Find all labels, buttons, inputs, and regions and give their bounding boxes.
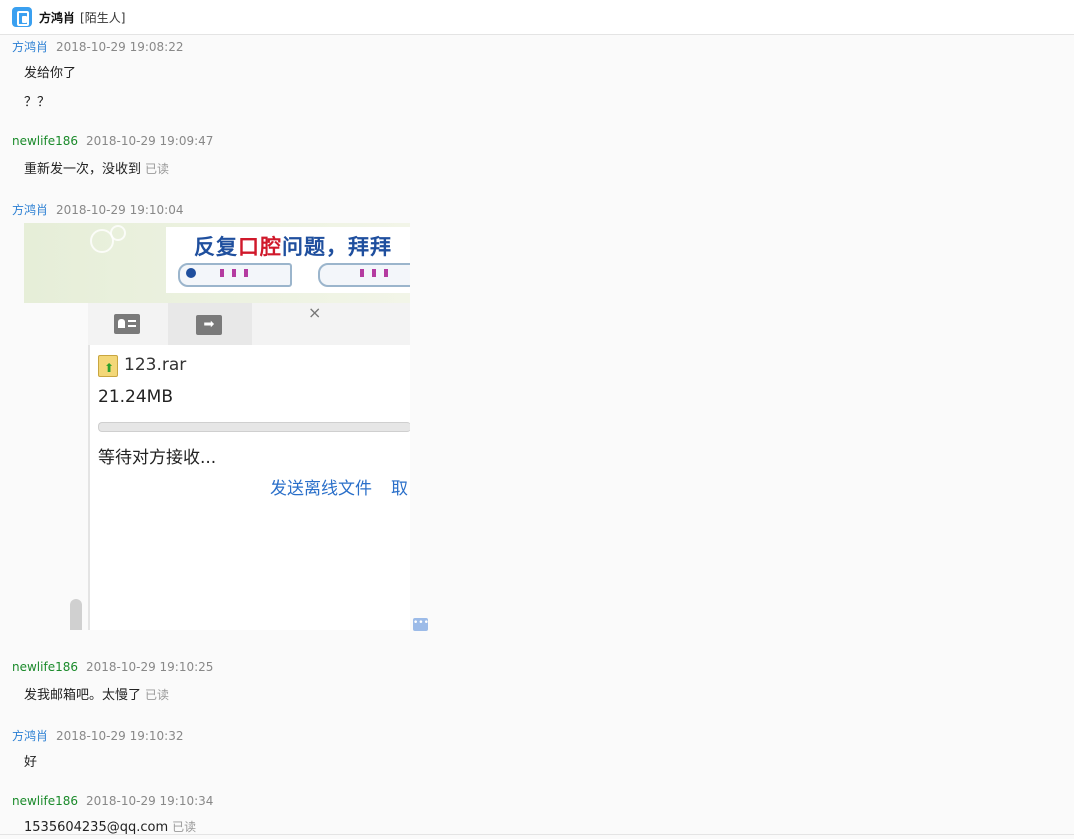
message-text: 重新发一次，没收到 已读: [24, 158, 169, 177]
panel-gutter: [24, 303, 90, 630]
read-status: 已读: [145, 688, 170, 702]
divider: [0, 834, 1074, 835]
message-header: 方鸿肖 2018-10-29 19:08:22: [12, 38, 183, 55]
scrollbar-thumb: [70, 599, 82, 630]
message-body: 1535604235@qq.com: [24, 820, 169, 835]
message-text: 1535604235@qq.com 已读: [24, 818, 196, 835]
message-text: 发给你了: [24, 66, 77, 81]
timestamp: 2018-10-29 19:10:25: [85, 660, 214, 674]
sender-name[interactable]: newlife186: [12, 794, 78, 808]
sender-name[interactable]: 方鸿肖: [12, 203, 48, 217]
message-text: 发我邮箱吧。太慢了 已读: [24, 684, 169, 703]
message-header: 方鸿肖 2018-10-29 19:10:32: [12, 727, 183, 744]
timestamp: 2018-10-29 19:08:22: [56, 40, 184, 54]
tab-contact: [88, 303, 168, 345]
contact-name[interactable]: 方鸿肖: [39, 9, 75, 26]
sender-name[interactable]: newlife186: [12, 134, 78, 148]
timestamp: 2018-10-29 19:10:04: [56, 203, 184, 217]
progress-bar: [98, 422, 410, 432]
toothpaste-image: [318, 263, 410, 287]
read-status: 已读: [172, 820, 197, 834]
sender-name[interactable]: 方鸿肖: [12, 40, 48, 54]
file-name: 123.rar: [124, 355, 187, 375]
timestamp: 2018-10-29 19:09:47: [85, 134, 214, 148]
transfer-tabbar: ➡ ×: [88, 303, 410, 345]
transfer-status: 等待对方接收...: [98, 448, 217, 468]
image-attachment[interactable]: 反复口腔问题，拜拜 ➡ × 123.rar 21.24MB 等待对方接收... …: [24, 223, 410, 630]
swirl-decoration: [110, 225, 126, 241]
timestamp: 2018-10-29 19:10:34: [85, 794, 214, 808]
message-header: 方鸿肖 2018-10-29 19:10:04: [12, 201, 183, 218]
timestamp: 2018-10-29 19:10:32: [56, 729, 184, 743]
message-header: newlife186 2018-10-29 19:09:47: [12, 134, 213, 148]
ad-title: 反复口腔问题，拜拜: [194, 235, 392, 259]
app-icon: [12, 7, 32, 27]
message-text: 好: [24, 755, 38, 770]
banner-background: 反复口腔问题，拜拜: [24, 223, 410, 303]
contact-card-icon: [114, 314, 140, 334]
sender-name[interactable]: newlife186: [12, 660, 78, 674]
close-icon: ×: [308, 303, 322, 322]
message-body: 发我邮箱吧。太慢了: [24, 688, 142, 703]
message-header: newlife186 2018-10-29 19:10:25: [12, 660, 213, 674]
cancel-link: 取: [391, 479, 408, 499]
toothpaste-image: [178, 263, 292, 287]
file-upload-icon: [98, 355, 118, 377]
message-header: newlife186 2018-10-29 19:10:34: [12, 794, 213, 808]
send-offline-link: 发送离线文件: [270, 479, 372, 499]
more-icon[interactable]: •••: [413, 618, 429, 631]
tab-file-transfer: ➡ ×: [168, 303, 321, 345]
sender-name[interactable]: 方鸿肖: [12, 729, 48, 743]
message-body: 重新发一次，没收到: [24, 162, 142, 177]
ad-banner: 反复口腔问题，拜拜: [166, 227, 410, 293]
file-size: 21.24MB: [98, 387, 173, 407]
folder-send-icon: ➡: [196, 315, 222, 335]
read-status: 已读: [145, 162, 170, 176]
message-text: ？？: [24, 95, 51, 110]
chat-header: 方鸿肖 [陌生人]: [0, 0, 1074, 35]
contact-tag: [陌生人]: [80, 10, 126, 25]
